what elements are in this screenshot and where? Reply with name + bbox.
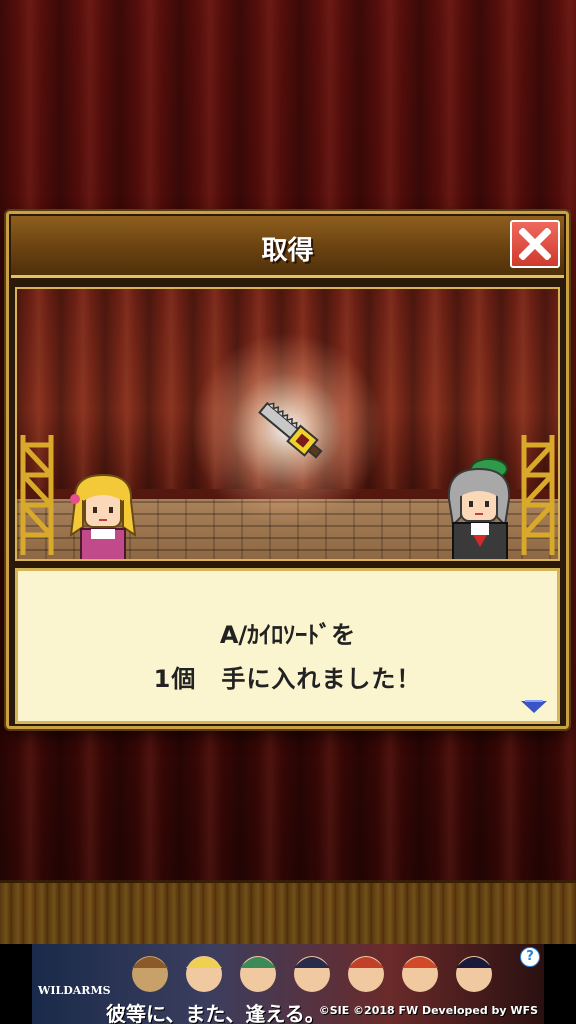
ad-logo: WILDARMS xyxy=(38,984,111,997)
close-button[interactable] xyxy=(510,220,560,268)
left-scaffold-icon xyxy=(20,435,54,555)
blonde-girl-sprite xyxy=(69,473,137,559)
dialog-title: 取得 xyxy=(261,236,314,266)
ad-copyright: ©SIE ©2018 FW Developed by WFS xyxy=(318,1004,538,1017)
ad-banner-bar: WILDARMS 彼等に、また、逢える。 ©SIE ©2018 FW Devel… xyxy=(0,944,576,1024)
ad-tagline: 彼等に、また、逢える。 xyxy=(106,1002,325,1024)
ad-characters-icon xyxy=(132,956,492,992)
message-line-obtained: 1個 手に入れました！ xyxy=(153,665,422,693)
down-triangle-icon xyxy=(521,700,547,713)
chainsaw-sword-icon xyxy=(258,401,323,459)
close-x-icon xyxy=(519,228,551,260)
ad-info-button[interactable]: ? xyxy=(520,947,540,967)
right-scaffold-icon xyxy=(521,435,555,555)
grey-haired-woman-sprite xyxy=(447,458,511,559)
message-line-item-name: A/ｶｲﾛｿｰﾄﾞを xyxy=(219,621,356,649)
stage-scene xyxy=(15,287,560,561)
item-obtained-dialog: 取得 A/ｶｲﾛｿｰﾄﾞを 1個 手に入れました！ xyxy=(6,211,569,729)
message-box[interactable]: A/ｶｲﾛｿｰﾄﾞを 1個 手に入れました！ xyxy=(15,568,560,724)
curtain-hem xyxy=(0,880,576,947)
ad-banner[interactable]: WILDARMS 彼等に、また、逢える。 ©SIE ©2018 FW Devel… xyxy=(32,944,544,1024)
dialog-titlebar: 取得 xyxy=(11,216,564,278)
